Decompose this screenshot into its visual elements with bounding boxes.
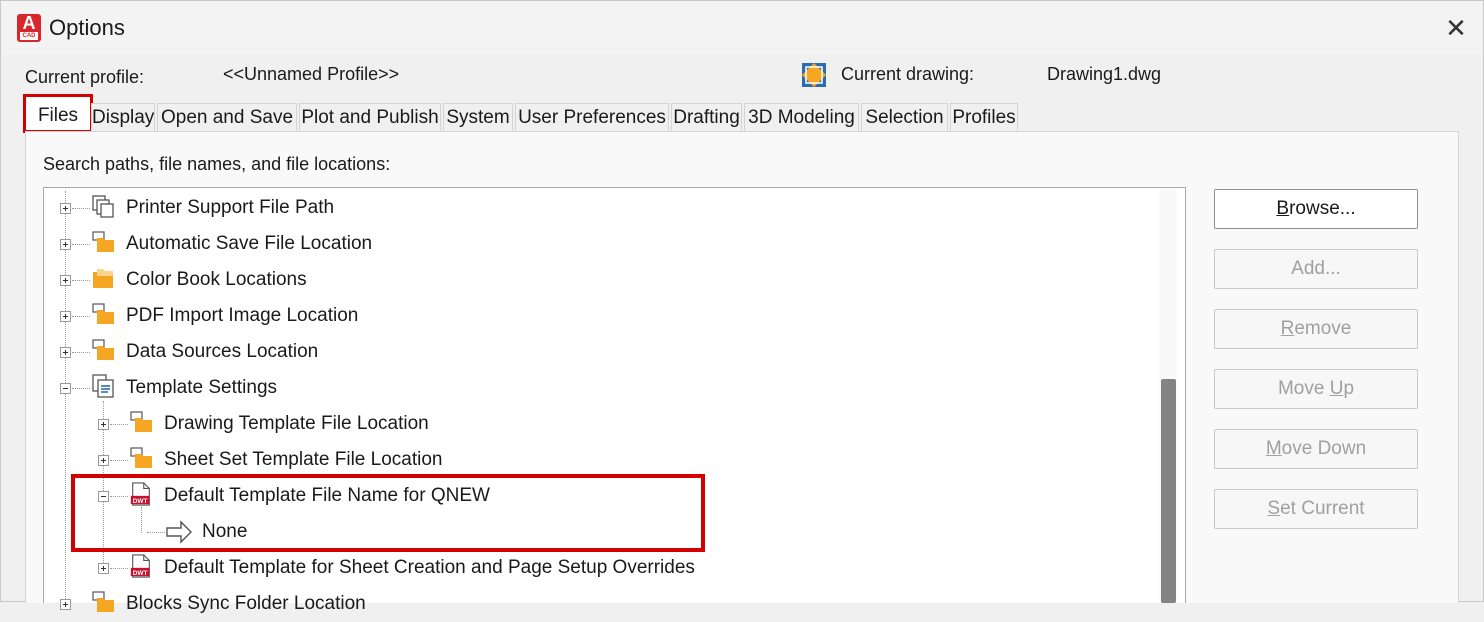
folder-icon xyxy=(92,591,114,612)
dwt-file-icon: DWT xyxy=(130,554,150,578)
tree-scroll-thumb[interactable] xyxy=(1161,379,1176,603)
tree-line xyxy=(65,191,66,603)
tab-plot-and-publish[interactable]: Plot and Publish xyxy=(299,103,441,131)
drawing-file-icon xyxy=(802,63,826,87)
tree-line xyxy=(110,568,128,569)
tree-line xyxy=(72,388,90,389)
tree-item-printer-support[interactable]: Printer Support File Path xyxy=(126,190,334,226)
current-profile-label: Current profile: xyxy=(25,67,145,87)
autocad-app-icon: A CAD xyxy=(17,13,41,42)
expand-toggle[interactable] xyxy=(98,455,109,466)
tab-files[interactable]: Files xyxy=(23,94,93,133)
tree-line xyxy=(110,460,128,461)
options-dialog: A CAD Options ✕ Current profile: <<Unnam… xyxy=(0,0,1484,614)
tree-line xyxy=(72,280,90,281)
folder-icon xyxy=(130,447,152,468)
tree-item-blocks-sync[interactable]: Blocks Sync Folder Location xyxy=(126,586,366,622)
tree-line xyxy=(72,352,90,353)
folder-icon xyxy=(92,339,114,360)
expand-toggle[interactable] xyxy=(98,419,109,430)
tree-line xyxy=(110,424,128,425)
tree-item-color-book[interactable]: Color Book Locations xyxy=(126,262,307,298)
app-icon-letter: A xyxy=(22,13,36,33)
expand-toggle[interactable] xyxy=(60,275,71,286)
tree-item-data-sources[interactable]: Data Sources Location xyxy=(126,334,318,370)
folder-icon xyxy=(92,303,114,324)
tree-item-template-settings[interactable]: Template Settings xyxy=(126,370,277,406)
app-icon-sub: CAD xyxy=(20,32,38,40)
tree-item-autosave[interactable]: Automatic Save File Location xyxy=(126,226,372,262)
collapse-toggle[interactable] xyxy=(60,383,71,394)
svg-text:DWT: DWT xyxy=(133,570,148,577)
expand-toggle[interactable] xyxy=(60,347,71,358)
browse-button[interactable]: Browse... xyxy=(1214,189,1418,229)
expand-toggle[interactable] xyxy=(60,239,71,250)
window-title: Options xyxy=(49,15,125,40)
add-button[interactable]: Add... xyxy=(1214,249,1418,289)
section-label: Search paths, file names, and file locat… xyxy=(43,154,391,174)
folder-icon xyxy=(130,411,152,432)
close-icon[interactable]: ✕ xyxy=(1441,13,1471,43)
set-current-button[interactable]: Set Current xyxy=(1214,489,1418,529)
tab-selection[interactable]: Selection xyxy=(861,103,948,131)
folder-icon xyxy=(92,231,114,252)
tree-line xyxy=(72,316,90,317)
current-drawing-value: Drawing1.dwg xyxy=(1047,64,1162,84)
tree-line xyxy=(72,208,90,209)
tree-item-sheet-creation-template[interactable]: Default Template for Sheet Creation and … xyxy=(164,550,695,586)
expand-toggle[interactable] xyxy=(60,599,71,610)
tab-profiles[interactable]: Profiles xyxy=(950,103,1018,131)
tab-system[interactable]: System xyxy=(443,103,513,131)
expand-toggle[interactable] xyxy=(60,311,71,322)
template-settings-icon xyxy=(92,374,114,398)
tree-item-drawing-template[interactable]: Drawing Template File Location xyxy=(164,406,429,442)
move-up-button[interactable]: Move Up xyxy=(1214,369,1418,409)
tab-drafting[interactable]: Drafting xyxy=(671,103,742,131)
tab-open-and-save[interactable]: Open and Save xyxy=(157,103,297,131)
current-profile-value: <<Unnamed Profile>> xyxy=(223,64,400,84)
expand-toggle[interactable] xyxy=(60,203,71,214)
title-bar: A CAD Options ✕ xyxy=(1,1,1483,55)
tree-line xyxy=(72,244,90,245)
tab-user-preferences[interactable]: User Preferences xyxy=(515,103,669,131)
current-drawing-label: Current drawing: xyxy=(841,64,975,84)
remove-button[interactable]: Remove xyxy=(1214,309,1418,349)
highlight-box xyxy=(71,474,705,552)
tree-item-pdf-import[interactable]: PDF Import Image Location xyxy=(126,298,358,334)
tab-display[interactable]: Display xyxy=(91,103,155,131)
tab-3d-modeling[interactable]: 3D Modeling xyxy=(744,103,859,131)
printer-support-icon xyxy=(92,195,114,218)
tree-item-sheet-set-template[interactable]: Sheet Set Template File Location xyxy=(164,442,443,478)
expand-toggle[interactable] xyxy=(98,563,109,574)
move-down-button[interactable]: Move Down xyxy=(1214,429,1418,469)
folder-icon xyxy=(93,269,113,288)
